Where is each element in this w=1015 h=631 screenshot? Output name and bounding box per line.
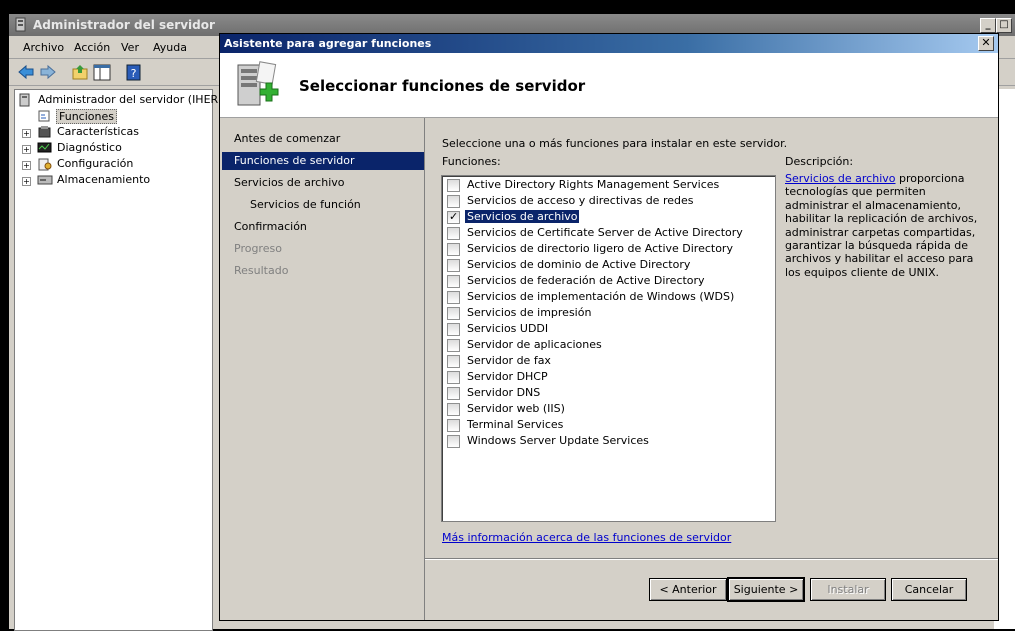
description-text: proporciona tecnologías que permiten adm… (785, 172, 978, 279)
add-roles-wizard: Asistente para agregar funciones ✕ Selec… (219, 33, 999, 621)
step-progreso: Progreso (234, 242, 282, 255)
role-checkbox[interactable] (447, 419, 460, 432)
step-funciones-de-servidor[interactable]: Funciones de servidor (222, 152, 424, 170)
minimize-button[interactable]: _ (980, 18, 996, 33)
role-checkbox[interactable] (447, 323, 460, 336)
role-label: Terminal Services (467, 418, 564, 431)
step-servicios-de-archivo[interactable]: Servicios de archivo (234, 176, 344, 189)
back-button[interactable]: < Anterior (649, 578, 727, 601)
tree-item-diagnostico[interactable]: Diagnóstico (57, 141, 122, 154)
expand-almacenamiento[interactable]: + (22, 177, 31, 186)
server-roles-icon (237, 61, 279, 106)
forward-arrow-icon[interactable] (39, 64, 57, 81)
close-button[interactable]: ✕ (978, 36, 994, 51)
role-checkbox[interactable] (447, 307, 460, 320)
wizard-header: Seleccionar funciones de servidor (220, 53, 998, 118)
expand-diagnostico[interactable]: + (22, 145, 31, 154)
help-icon[interactable]: ? (125, 64, 143, 81)
tree-item-configuracion[interactable]: Configuración (57, 157, 133, 170)
up-folder-icon[interactable] (71, 64, 89, 81)
role-checkbox[interactable] (447, 259, 460, 272)
tree-item-funciones[interactable]: Funciones (56, 109, 117, 124)
nav-divider (424, 118, 425, 620)
role-label: Servicios de impresión (467, 306, 592, 319)
description-panel: Servicios de archivo proporciona tecnolo… (785, 172, 985, 279)
tree-root[interactable]: Administrador del servidor (IHERRE (38, 93, 233, 106)
back-arrow-icon[interactable] (17, 64, 35, 81)
role-label: Windows Server Update Services (467, 434, 649, 447)
expand-configuracion[interactable]: + (22, 161, 31, 170)
role-label: Servidor web (IIS) (467, 402, 565, 415)
storage-icon (37, 175, 53, 185)
install-button: Instalar (810, 578, 886, 601)
more-info-link[interactable]: Más información acerca de las funciones … (442, 531, 731, 544)
console-tree: Administrador del servidor (IHERRE Funci… (14, 89, 233, 631)
server-manager-icon (15, 17, 26, 32)
menu-archivo[interactable]: Archivo (23, 41, 64, 54)
role-checkbox[interactable] (447, 403, 460, 416)
role-label: Servicios de federación de Active Direct… (467, 274, 705, 287)
svg-text:?: ? (131, 67, 137, 80)
wizard-steps: Antes de comenzar Funciones de servidor … (222, 118, 424, 620)
role-label: Servicios de dominio de Active Directory (467, 258, 691, 271)
expand-caracteristicas[interactable]: + (22, 129, 31, 138)
features-icon (38, 126, 51, 138)
roles-checklist[interactable]: Active Directory Rights Management Servi… (441, 175, 776, 522)
role-label: Servidor de aplicaciones (467, 338, 602, 351)
role-label: Servicios de implementación de Windows (… (467, 290, 735, 303)
role-label: Servicios de archivo (465, 210, 580, 223)
wizard-title-text: Asistente para agregar funciones (224, 37, 432, 50)
cancel-button[interactable]: Cancelar (891, 578, 967, 601)
role-label: Active Directory Rights Management Servi… (467, 178, 720, 191)
description-link[interactable]: Servicios de archivo (785, 172, 895, 185)
menu-ayuda[interactable]: Ayuda (153, 41, 187, 54)
role-checkbox[interactable] (447, 371, 460, 384)
step-resultado: Resultado (234, 264, 289, 277)
menu-accion[interactable]: Acción (74, 41, 110, 54)
server-icon (19, 93, 30, 107)
role-checkbox[interactable] (447, 291, 460, 304)
button-area-divider (425, 558, 998, 560)
tree-item-caracteristicas[interactable]: Características (57, 125, 139, 138)
step-servicios-de-funcion[interactable]: Servicios de función (250, 198, 361, 211)
role-checkbox[interactable] (447, 339, 460, 352)
menu-ver[interactable]: Ver (121, 41, 139, 54)
role-checkbox[interactable] (447, 275, 460, 288)
diagnostics-icon (37, 142, 52, 153)
main-title-text: Administrador del servidor (33, 18, 215, 32)
step-confirmacion[interactable]: Confirmación (234, 220, 307, 233)
wizard-heading: Seleccionar funciones de servidor (299, 77, 586, 95)
maximize-button[interactable]: □ (996, 18, 1012, 33)
wizard-title-bar[interactable]: Asistente para agregar funciones ✕ (220, 34, 998, 53)
next-button[interactable]: Siguiente > (727, 577, 805, 602)
role-label: Servidor DNS (467, 386, 541, 399)
instruction-text: Seleccione una o más funciones para inst… (442, 137, 788, 150)
role-checkbox[interactable] (447, 243, 460, 256)
role-label: Servicios de directorio ligero de Active… (467, 242, 733, 255)
show-hide-console-tree-icon[interactable] (93, 64, 111, 81)
role-label: Servicios de acceso y directivas de rede… (467, 194, 694, 207)
tree-item-almacenamiento[interactable]: Almacenamiento (57, 173, 150, 186)
role-checkbox-checked[interactable] (447, 210, 460, 224)
step-antes-de-comenzar[interactable]: Antes de comenzar (234, 132, 340, 145)
role-label: Servicios UDDI (467, 322, 549, 335)
role-label: Servidor DHCP (467, 370, 548, 383)
role-checkbox[interactable] (447, 435, 460, 448)
role-checkbox[interactable] (447, 355, 460, 368)
configuration-icon (38, 158, 52, 171)
role-checkbox[interactable] (447, 179, 460, 192)
role-checkbox[interactable] (447, 195, 460, 208)
wizard-content: Seleccione una o más funciones para inst… (426, 118, 998, 558)
role-label: Servicios de Certificate Server de Activ… (467, 226, 743, 239)
description-title: Descripción: (785, 155, 854, 168)
role-checkbox[interactable] (447, 227, 460, 240)
role-checkbox[interactable] (447, 387, 460, 400)
roles-icon (38, 110, 50, 122)
step-label: Funciones de servidor (234, 154, 355, 167)
roles-label: Funciones: (442, 155, 501, 168)
role-label: Servidor de fax (467, 354, 551, 367)
